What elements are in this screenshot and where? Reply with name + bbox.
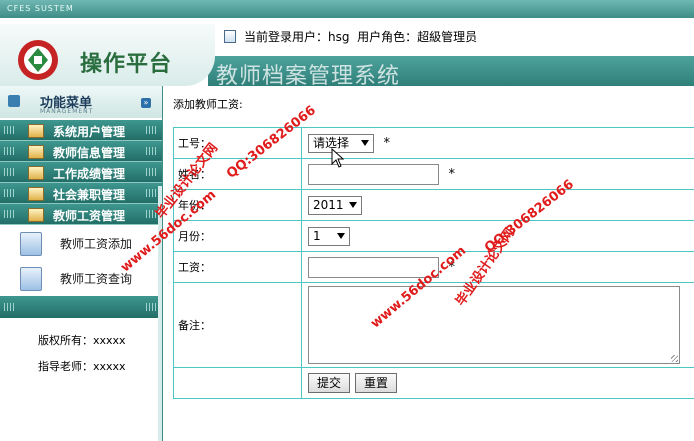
sidebar-item-teacher-info[interactable]: 教师信息管理 — [0, 141, 162, 162]
collapse-icon[interactable]: » — [141, 98, 151, 108]
month-label: 月份： — [173, 220, 302, 252]
form-row-year: 年份： 2011 — [173, 189, 694, 221]
user-icon — [20, 232, 42, 256]
platform-title: 操作平台 — [80, 51, 173, 77]
required-mark: * — [448, 166, 456, 182]
salary-input[interactable] — [308, 256, 439, 278]
copyright-text: 版权所有：xxxxx — [38, 334, 126, 347]
page-title: 添加教师工资: — [173, 98, 243, 111]
grip-icon — [146, 126, 156, 134]
year-value: 2011 — [313, 197, 344, 212]
month-value: 1 — [313, 228, 321, 243]
menu-icon — [8, 95, 20, 107]
form-row-actions: 提交 重置 — [173, 367, 694, 399]
grip-icon — [4, 147, 14, 155]
folder-icon — [28, 145, 44, 159]
sidebar-item-label: 系统用户管理 — [53, 125, 126, 139]
grip-icon — [146, 303, 156, 311]
name-input[interactable] — [308, 163, 439, 185]
reset-button[interactable]: 重置 — [355, 373, 398, 393]
menu-subtitle: MANAGEMENT — [40, 108, 94, 115]
grip-icon — [146, 147, 156, 155]
subitem-label: 教师工资添加 — [60, 237, 133, 251]
grip-icon — [146, 168, 156, 176]
current-user-label: 当前登录用户： — [244, 30, 329, 44]
top-strip: CFES SUSTEM — [0, 0, 694, 18]
grip-icon — [4, 189, 14, 197]
sidebar-item-label: 社会兼职管理 — [53, 188, 126, 202]
role-label: 用户角色： — [357, 30, 418, 44]
grip-icon — [4, 210, 14, 218]
header: 操作平台 当前登录用户：hsg 用户角色：超級管理员 教师档案管理系统 — [0, 18, 694, 89]
logo-icon — [18, 40, 58, 80]
system-code-text: CFES SUSTEM — [7, 4, 74, 13]
main-content: 添加教师工资: 工号： 请选择 * 姓名： * 年份： 2011 月份： 1 工… — [163, 86, 694, 441]
user-info-bar: 当前登录用户：hsg 用户角色：超級管理员 — [224, 28, 477, 45]
folder-icon — [28, 208, 44, 222]
document-icon — [224, 30, 236, 43]
sidebar-item-label: 工作成绩管理 — [53, 167, 126, 181]
salary-label: 工资： — [173, 251, 302, 283]
logo-area: 操作平台 — [0, 24, 215, 86]
month-select[interactable]: 1 — [308, 226, 350, 246]
current-user: hsg — [328, 30, 350, 44]
dropdown-arrow-icon — [349, 201, 357, 208]
sidebar-divider-bar — [0, 296, 162, 318]
grip-icon — [4, 126, 14, 134]
sidebar-item-system-users[interactable]: 系统用户管理 — [0, 120, 162, 141]
grip-icon — [4, 303, 14, 311]
advisor-text: 指导老师：xxxxx — [38, 360, 126, 373]
remark-label: 备注： — [173, 282, 302, 368]
menu-header: 功能菜单 MANAGEMENT » — [0, 86, 162, 118]
year-select[interactable]: 2011 — [308, 195, 362, 215]
sidebar-item-part-time[interactable]: 社会兼职管理 — [0, 183, 162, 204]
submit-button[interactable]: 提交 — [308, 373, 351, 393]
folder-icon — [28, 187, 44, 201]
required-mark: * — [383, 135, 391, 151]
dropdown-arrow-icon — [361, 139, 369, 146]
sidebar-item-label: 教师信息管理 — [53, 146, 126, 160]
sidebar-item-work-results[interactable]: 工作成绩管理 — [0, 162, 162, 183]
remark-textarea[interactable] — [308, 286, 680, 364]
subitem-label: 教师工资查询 — [60, 272, 133, 286]
dropdown-arrow-icon — [337, 232, 345, 239]
mouse-cursor-icon — [331, 148, 345, 168]
sidebar-item-salary[interactable]: 教师工资管理 — [0, 204, 162, 225]
form-row-month: 月份： 1 — [173, 220, 694, 252]
role-value: 超級管理员 — [417, 30, 478, 44]
grip-icon — [4, 168, 14, 176]
sidebar-edge — [158, 186, 162, 441]
folder-icon — [28, 166, 44, 180]
resize-handle-icon[interactable] — [671, 355, 678, 362]
folder-icon — [28, 124, 44, 138]
user-icon — [20, 267, 42, 291]
sidebar-item-label: 教师工资管理 — [53, 209, 126, 223]
grip-icon — [146, 189, 156, 197]
form-row-remark: 备注： — [173, 282, 694, 368]
